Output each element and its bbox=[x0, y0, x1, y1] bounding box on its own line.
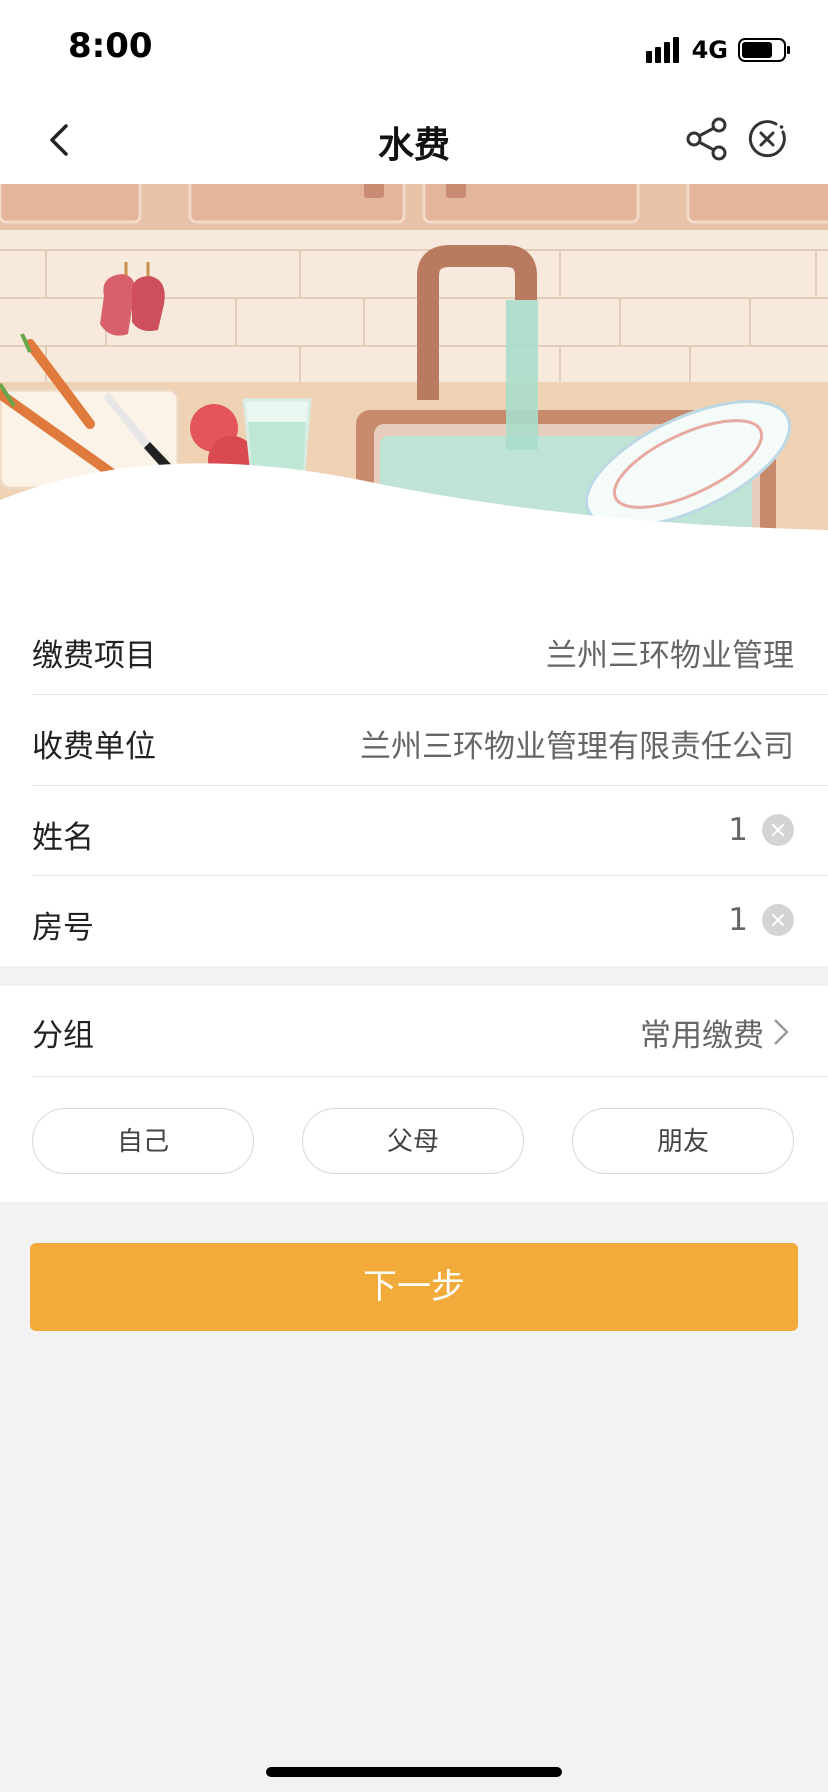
group-section: 分组 常用缴费 自己 父母 朋友 bbox=[0, 986, 828, 1202]
next-step-button[interactable]: 下一步 bbox=[30, 1243, 798, 1331]
group-value[interactable]: 常用缴费 bbox=[640, 1010, 764, 1055]
name-label: 姓名 bbox=[32, 820, 94, 856]
status-bar: 8:00 4G bbox=[0, 0, 828, 96]
kitchen-sink-illustration bbox=[0, 184, 828, 604]
payee-row: 收费单位 兰州三环物业管理有限责任公司 bbox=[32, 695, 828, 786]
name-row[interactable]: 姓名 1 bbox=[32, 786, 828, 876]
status-time: 8:00 bbox=[68, 26, 153, 66]
name-field[interactable]: 1 bbox=[728, 812, 748, 848]
group-row[interactable]: 分组 常用缴费 bbox=[32, 986, 828, 1077]
payment-item-label: 缴费项目 bbox=[32, 638, 156, 674]
nav-bar: 水费 bbox=[0, 96, 828, 184]
payment-item-value: 兰州三环物业管理 bbox=[546, 638, 794, 674]
share-icon[interactable] bbox=[684, 116, 730, 162]
room-field[interactable]: 1 bbox=[728, 902, 748, 938]
payment-item-row: 缴费项目 兰州三环物业管理 bbox=[32, 604, 828, 695]
group-option-parents[interactable]: 父母 bbox=[302, 1108, 524, 1174]
network-type: 4G bbox=[691, 36, 728, 64]
payee-label: 收费单位 bbox=[32, 729, 156, 765]
group-option-self[interactable]: 自己 bbox=[32, 1108, 254, 1174]
status-indicators: 4G bbox=[645, 34, 792, 66]
clear-room-icon[interactable] bbox=[762, 904, 794, 936]
signal-icon bbox=[645, 37, 679, 63]
clear-name-icon[interactable] bbox=[762, 814, 794, 846]
payment-form: 缴费项目 兰州三环物业管理 收费单位 兰州三环物业管理有限责任公司 姓名 1 房… bbox=[0, 604, 828, 966]
battery-icon bbox=[738, 38, 790, 62]
group-label: 分组 bbox=[32, 1018, 94, 1054]
close-icon[interactable] bbox=[746, 118, 788, 160]
room-row[interactable]: 房号 1 bbox=[32, 876, 828, 966]
payee-value: 兰州三环物业管理有限责任公司 bbox=[360, 729, 794, 765]
room-label: 房号 bbox=[32, 910, 94, 946]
chevron-right-icon[interactable] bbox=[772, 1017, 790, 1047]
home-indicator[interactable] bbox=[266, 1767, 562, 1777]
group-option-friends[interactable]: 朋友 bbox=[572, 1108, 794, 1174]
